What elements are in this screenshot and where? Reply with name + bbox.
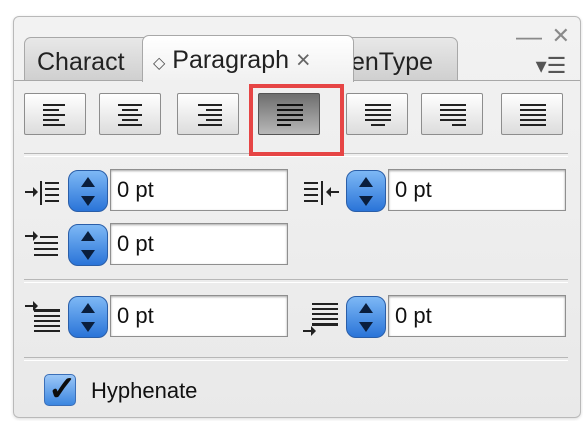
justify-last-right-icon (440, 104, 466, 126)
hyphenate-checkbox[interactable]: ✓ (44, 370, 77, 408)
tab-bar: Charact enType ◇ Paragraph × ▾☰ (14, 17, 580, 93)
right-indent-input[interactable]: 0 pt (388, 169, 566, 211)
space-after-stepper[interactable] (346, 296, 386, 338)
paragraph-panel: — ✕ Charact enType ◇ Paragraph × ▾☰ 0 pt… (13, 16, 581, 418)
align-left-icon (43, 104, 65, 126)
space-before-stepper[interactable] (68, 296, 108, 338)
align-right-button[interactable] (177, 93, 239, 135)
justify-all-icon (520, 104, 546, 126)
left-indent-field: 0 pt (24, 169, 290, 215)
left-indent-stepper[interactable] (68, 170, 108, 212)
space-before-input[interactable]: 0 pt (110, 295, 288, 337)
justify-last-right-button[interactable] (421, 93, 483, 135)
align-center-button[interactable] (99, 93, 161, 135)
left-indent-icon (25, 181, 59, 205)
space-after-field: 0 pt (302, 295, 568, 341)
selected-alignment-highlight (249, 84, 344, 156)
left-indent-input[interactable]: 0 pt (110, 169, 288, 211)
tab-label: Paragraph (172, 46, 290, 74)
align-right-icon (198, 104, 222, 126)
first-line-indent-input[interactable]: 0 pt (110, 223, 288, 265)
space-after-input[interactable]: 0 pt (388, 295, 566, 337)
panel-menu-icon[interactable]: ▾☰ (532, 55, 570, 79)
space-after-icon (303, 303, 338, 336)
align-left-button[interactable] (24, 93, 86, 135)
tab-label: Charact (37, 48, 125, 76)
first-line-indent-icon (25, 231, 58, 256)
divider (24, 279, 568, 283)
first-line-indent-field: 0 pt (24, 223, 290, 269)
space-before-icon (25, 301, 60, 332)
justify-last-center-button[interactable] (346, 93, 408, 135)
right-indent-icon (304, 181, 339, 205)
space-before-field: 0 pt (24, 295, 290, 341)
justify-last-center-icon (365, 104, 391, 126)
tab-close-icon[interactable]: × (296, 46, 311, 74)
first-line-indent-stepper[interactable] (68, 224, 108, 266)
justify-all-button[interactable] (501, 93, 563, 135)
tab-arrows-icon: ◇ (153, 55, 166, 72)
checkmark-icon: ✓ (48, 370, 77, 408)
align-center-icon (118, 104, 142, 126)
right-indent-field: 0 pt (302, 169, 568, 215)
tab-paragraph[interactable]: ◇ Paragraph × (142, 35, 354, 82)
divider (24, 357, 568, 361)
tab-opentype[interactable]: enType (340, 37, 458, 81)
right-indent-stepper[interactable] (346, 170, 386, 212)
hyphenate-label[interactable]: Hyphenate (91, 378, 197, 404)
tab-label: enType (351, 48, 434, 76)
